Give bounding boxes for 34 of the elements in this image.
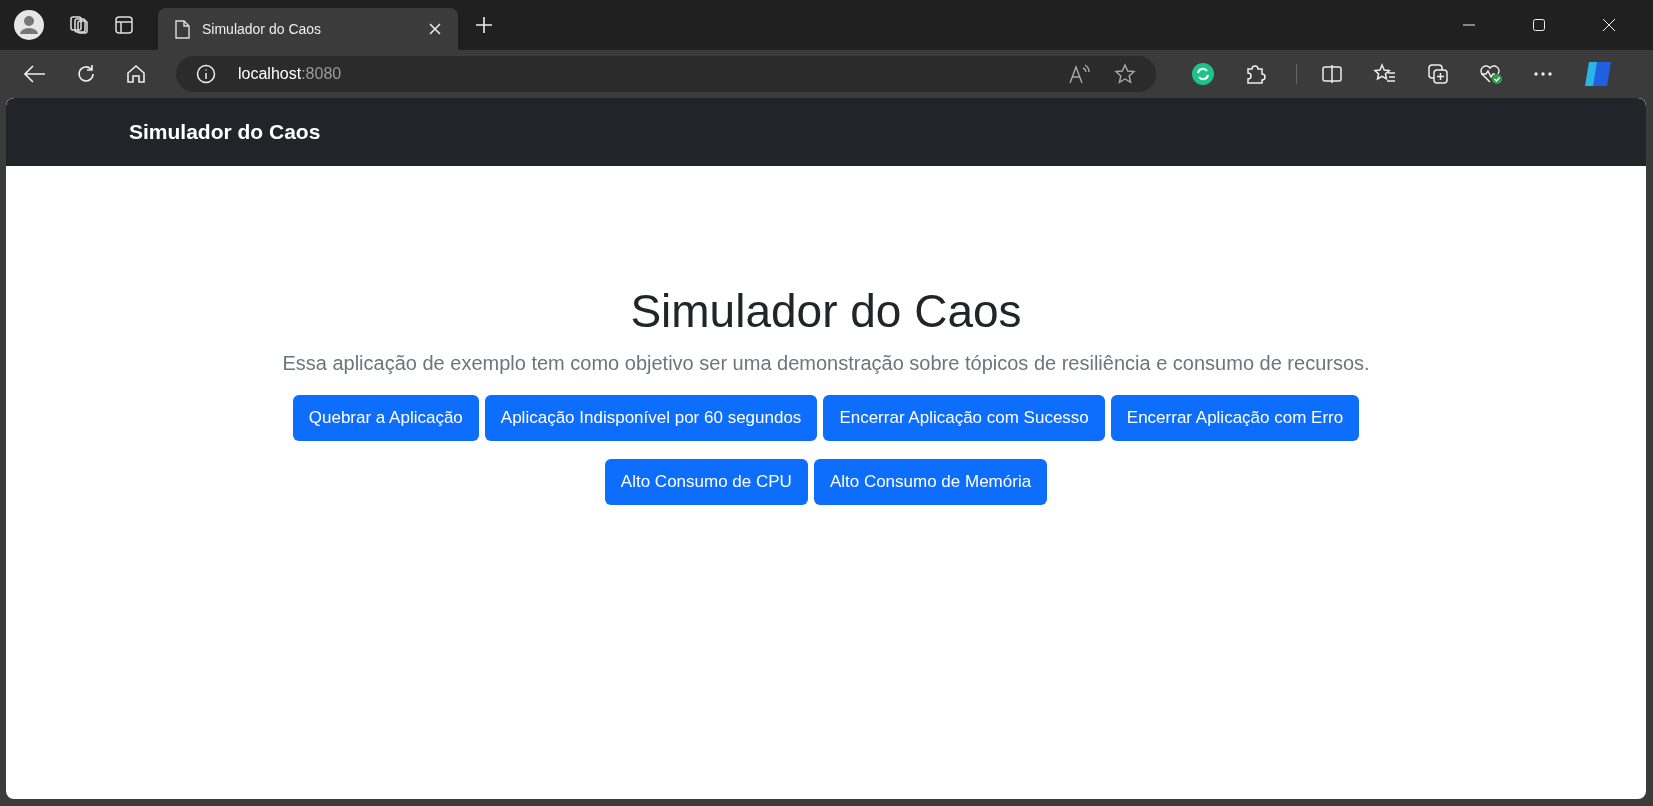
tab-sidebar-icon[interactable] <box>114 15 134 35</box>
health-icon[interactable] <box>1479 63 1503 85</box>
action-button[interactable]: Encerrar Aplicação com Sucesso <box>823 395 1105 441</box>
browser-tab[interactable]: Simulador do Caos <box>158 8 458 50</box>
url-text: localhost:8080 <box>238 65 342 83</box>
close-icon[interactable] <box>1602 18 1616 32</box>
address-bar[interactable]: localhost:8080 <box>176 56 1156 92</box>
profile-icon[interactable] <box>14 10 44 40</box>
info-icon[interactable] <box>196 64 216 84</box>
workspaces-icon[interactable] <box>68 14 90 36</box>
action-button[interactable]: Quebrar a Aplicação <box>292 395 479 441</box>
action-button[interactable]: Alto Consumo de CPU <box>604 459 808 505</box>
action-button[interactable]: Aplicação Indisponível por 60 segundos <box>484 395 818 441</box>
lead-text: Essa aplicação de exemplo tem como objetivo ser uma demonstração sobre tópicos de resiliência e consumo de recursos. <box>282 352 1370 375</box>
new-tab-icon[interactable] <box>474 15 494 35</box>
star-icon[interactable] <box>1114 63 1136 85</box>
action-button[interactable]: Alto Consumo de Memória <box>813 459 1048 505</box>
refresh-icon[interactable] <box>76 64 96 84</box>
read-aloud-icon[interactable] <box>1068 64 1092 84</box>
back-icon[interactable] <box>24 65 46 83</box>
sync-icon[interactable] <box>1192 63 1214 85</box>
navbar-brand[interactable]: Simulador do Caos <box>129 120 321 144</box>
home-icon[interactable] <box>126 64 146 84</box>
extensions-icon[interactable] <box>1244 63 1266 85</box>
page-title: Simulador do Caos <box>630 284 1022 338</box>
favorites-icon[interactable] <box>1373 63 1397 85</box>
close-icon[interactable] <box>428 22 442 36</box>
more-icon[interactable] <box>1533 71 1553 77</box>
action-button[interactable]: Encerrar Aplicação com Erro <box>1110 395 1360 441</box>
tab-title: Simulador do Caos <box>202 21 323 37</box>
maximize-icon[interactable] <box>1532 18 1546 32</box>
collections-icon[interactable] <box>1427 63 1449 85</box>
split-screen-icon[interactable] <box>1321 64 1343 84</box>
page-icon <box>174 19 190 39</box>
